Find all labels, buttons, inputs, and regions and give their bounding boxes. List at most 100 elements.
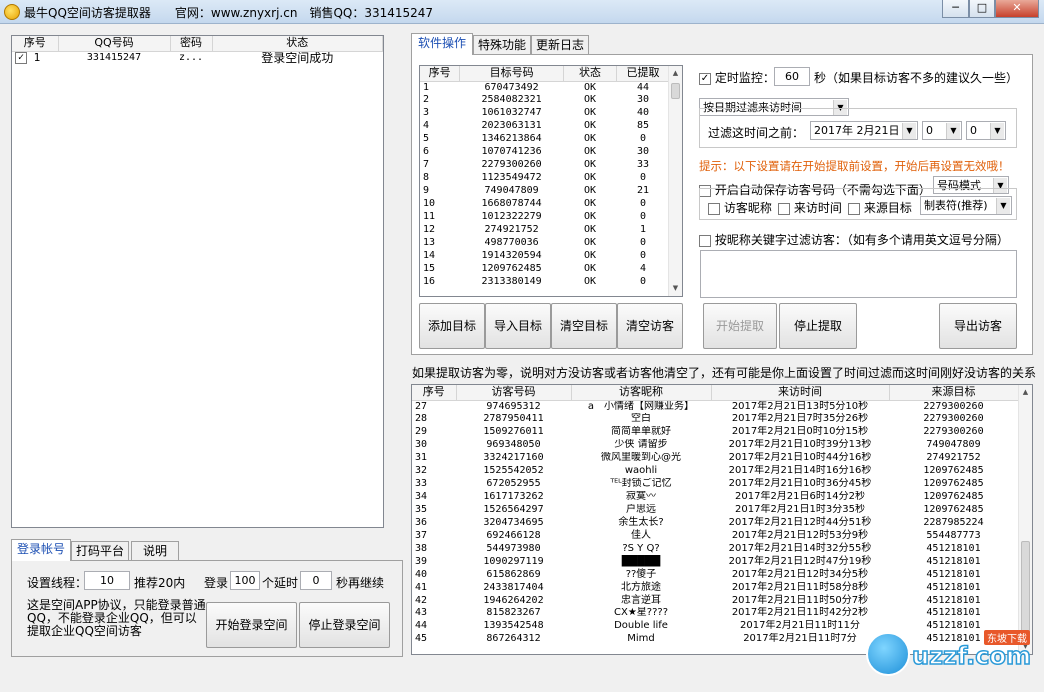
table-row[interactable]: 3 1061032747 OK 40 (420, 107, 670, 120)
table-row[interactable]: 6 1070741236 OK 30 (420, 146, 670, 159)
time-checkbox[interactable] (778, 202, 790, 215)
target-list[interactable]: 序号 目标号码 状态 已提取 1 670473492 OK 44 2 2584082321… (419, 65, 683, 297)
tab-login-account[interactable]: 登录帐号 (11, 539, 71, 561)
table-row[interactable]: 1 670473492 OK 44 (420, 81, 670, 94)
col-header-password[interactable]: 密码 (170, 36, 213, 52)
account-checkbox[interactable]: ✓ (15, 51, 27, 64)
visitor-list[interactable]: 序号 访客号码 访客昵称 来访时间 来源目标 27 974695312 a 小情绪【… (411, 384, 1033, 655)
table-row[interactable]: 30 969348050 少侠 请留步 2017年2月21日10时39分13秒 7490… (412, 439, 1018, 452)
col-header-state[interactable]: 状态 (563, 66, 617, 82)
stop-login-button[interactable]: 停止登录空间 (299, 602, 390, 648)
maximize-button[interactable]: □ (969, 0, 995, 18)
account-list[interactable]: 序号 QQ号码 密码 状态 ✓ 1 331415247 z... 登录空间成功 (11, 35, 384, 528)
start-login-button[interactable]: 开始登录空间 (206, 602, 297, 648)
table-row[interactable]: 16 2313380149 OK 0 (420, 275, 670, 288)
separator-select[interactable]: 制表符(推荐) ▼ (920, 196, 1012, 215)
table-row[interactable]: 15 1209762485 OK 4 (420, 262, 670, 275)
col-header-extracted[interactable]: 已提取 (616, 66, 671, 82)
col-header-no[interactable]: 序号 (412, 385, 457, 401)
table-row[interactable]: 40 615862869 ??傻子 2017年2月21日12时34分5秒 4512181… (412, 568, 1018, 581)
table-row[interactable]: 14 1914320594 OK 0 (420, 249, 670, 262)
table-row[interactable]: 10 1668078744 OK 0 (420, 197, 670, 210)
table-row[interactable]: 12 274921752 OK 1 (420, 223, 670, 236)
table-row[interactable]: 36 3204734695 余生太长? 2017年2月21日12时44分51秒 2287… (412, 516, 1018, 529)
col-header-visitor-qq[interactable]: 访客号码 (456, 385, 572, 401)
table-row[interactable]: 39 1090297119 █████ 2017年2月21日12时47分19秒 4512… (412, 555, 1018, 568)
table-row[interactable]: 9 749047809 OK 21 (420, 185, 670, 198)
chevron-down-icon[interactable]: ▼ (990, 123, 1004, 139)
tab-update-log[interactable]: 更新日志 (531, 35, 589, 55)
delay-input[interactable]: 0 (300, 571, 332, 590)
col-header-nickname[interactable]: 访客昵称 (571, 385, 712, 401)
col-header-no[interactable]: 序号 (420, 66, 461, 82)
table-row[interactable]: 27 974695312 a 小情绪【网赚业务】 2017年2月21日13时5分10秒… (412, 400, 1018, 413)
opt-source[interactable]: 来源目标 (848, 199, 912, 216)
table-row[interactable]: 32 1525542052 waohli 2017年2月21日14时16分16秒 120… (412, 465, 1018, 478)
scroll-thumb[interactable] (671, 83, 680, 99)
col-header-target-qq[interactable]: 目标号码 (459, 66, 564, 82)
table-row[interactable]: 28 2787950411 空白 2017年2月21日7时35分26秒 22793002… (412, 413, 1018, 426)
filter-date-picker[interactable]: 2017年 2月21日 ▼ (810, 121, 918, 140)
table-row[interactable]: 4 2023063131 OK 85 (420, 120, 670, 133)
scroll-down-icon[interactable]: ▼ (669, 281, 682, 296)
threads-input[interactable]: 10 (84, 571, 130, 590)
export-visitor-button[interactable]: 导出访客 (939, 303, 1017, 349)
table-row[interactable]: 34 1617173262 寂寞〰 2017年2月21日6时14分2秒 12097624… (412, 491, 1018, 504)
minimize-button[interactable]: ─ (942, 0, 969, 18)
table-row[interactable]: 11 1012322279 OK 0 (420, 210, 670, 223)
login-count-input[interactable]: 100 (230, 571, 260, 590)
chevron-down-icon[interactable]: ▼ (996, 198, 1010, 214)
chevron-down-icon[interactable]: ▼ (946, 123, 960, 139)
table-row[interactable]: 5 1346213864 OK 0 (420, 133, 670, 146)
clear-visitor-button[interactable]: 清空访客 (617, 303, 683, 349)
timer-input[interactable]: 60 (774, 67, 810, 86)
col-header-qq[interactable]: QQ号码 (58, 36, 171, 52)
table-row[interactable]: 41 2433817404 北方旅途 2017年2月21日11时58分8秒 451218… (412, 581, 1018, 594)
col-header-visit-time[interactable]: 来访时间 (711, 385, 890, 401)
start-extract-button[interactable]: 开始提取 (703, 303, 777, 349)
table-row[interactable]: 43 815823267 CX★星???? 2017年2月21日11时42分2秒 451… (412, 607, 1018, 620)
scroll-up-icon[interactable]: ▲ (1019, 385, 1032, 400)
table-row[interactable]: 42 1946264202 忠言逆耳 2017年2月21日11时50分7秒 451218… (412, 594, 1018, 607)
import-target-button[interactable]: 导入目标 (485, 303, 551, 349)
col-header-source-target[interactable]: 来源目标 (889, 385, 1019, 401)
target-list-scrollbar[interactable]: ▲ ▼ (668, 66, 682, 296)
add-target-button[interactable]: 添加目标 (419, 303, 485, 349)
source-checkbox[interactable] (848, 202, 860, 215)
filter-hour-select[interactable]: 0 ▼ (922, 121, 962, 140)
tab-software-operation[interactable]: 软件操作 (411, 33, 473, 55)
table-row[interactable]: 33 672052955 ᵀᴱᴸ封锁ご记忆 2017年2月21日10时36分45秒 12… (412, 478, 1018, 491)
table-row[interactable]: 7 2279300260 OK 33 (420, 159, 670, 172)
chevron-down-icon[interactable]: ▼ (902, 123, 916, 139)
tab-special-functions[interactable]: 特殊功能 (473, 35, 531, 55)
timer-checkbox[interactable]: ✓ (699, 72, 711, 85)
timer-monitor[interactable]: ✓ 定时监控： (699, 69, 775, 86)
table-row[interactable]: 37 692466128 佳人 2017年2月21日12时53分9秒 554487773 (412, 529, 1018, 542)
table-row[interactable]: 2 2584082321 OK 30 (420, 94, 670, 107)
opt-time[interactable]: 来访时间 (778, 199, 842, 216)
visitor-visitor-qq: 969348050 (486, 439, 541, 451)
scroll-up-icon[interactable]: ▲ (669, 66, 682, 81)
table-row[interactable]: ✓ 1 331415247 z... 登录空间成功 (12, 51, 383, 64)
visitor-list-scrollbar[interactable]: ▲ ▼ (1018, 385, 1032, 654)
table-row[interactable]: 13 498770036 OK 0 (420, 236, 670, 249)
table-row[interactable]: 8 1123549472 OK 0 (420, 172, 670, 185)
keyword-checkbox[interactable] (699, 234, 711, 247)
stop-extract-button[interactable]: 停止提取 (779, 303, 857, 349)
keyword-textarea[interactable] (700, 250, 1017, 298)
nickname-checkbox[interactable] (708, 202, 720, 215)
col-header-status[interactable]: 状态 (212, 36, 383, 52)
opt-nickname[interactable]: 访客昵称 (708, 199, 772, 216)
keyword-filter[interactable]: 按昵称关键字过滤访客：（如有多个请用英文逗号分隔） (699, 231, 1009, 248)
table-row[interactable]: 38 544973980 ?S Y Q? 2017年2月21日14时32分55秒 451… (412, 542, 1018, 555)
clear-target-button[interactable]: 清空目标 (551, 303, 617, 349)
close-button[interactable]: ✕ (995, 0, 1039, 18)
filter-minute-select[interactable]: 0 ▼ (966, 121, 1006, 140)
scroll-thumb[interactable] (1021, 541, 1030, 641)
table-row[interactable]: 35 1526564297 户思远 2017年2月21日1时3分35秒 12097624… (412, 504, 1018, 517)
tab-instructions[interactable]: 说明 (131, 541, 179, 561)
col-header-no[interactable]: 序号 (12, 36, 59, 52)
table-row[interactable]: 31 3324217160 微风里暖到心@光 2017年2月21日10时44分16秒 2… (412, 452, 1018, 465)
table-row[interactable]: 29 1509276011 简简单单就好 2017年2月21日0时10分15秒 2279… (412, 426, 1018, 439)
tab-captcha-platform[interactable]: 打码平台 (71, 541, 129, 561)
